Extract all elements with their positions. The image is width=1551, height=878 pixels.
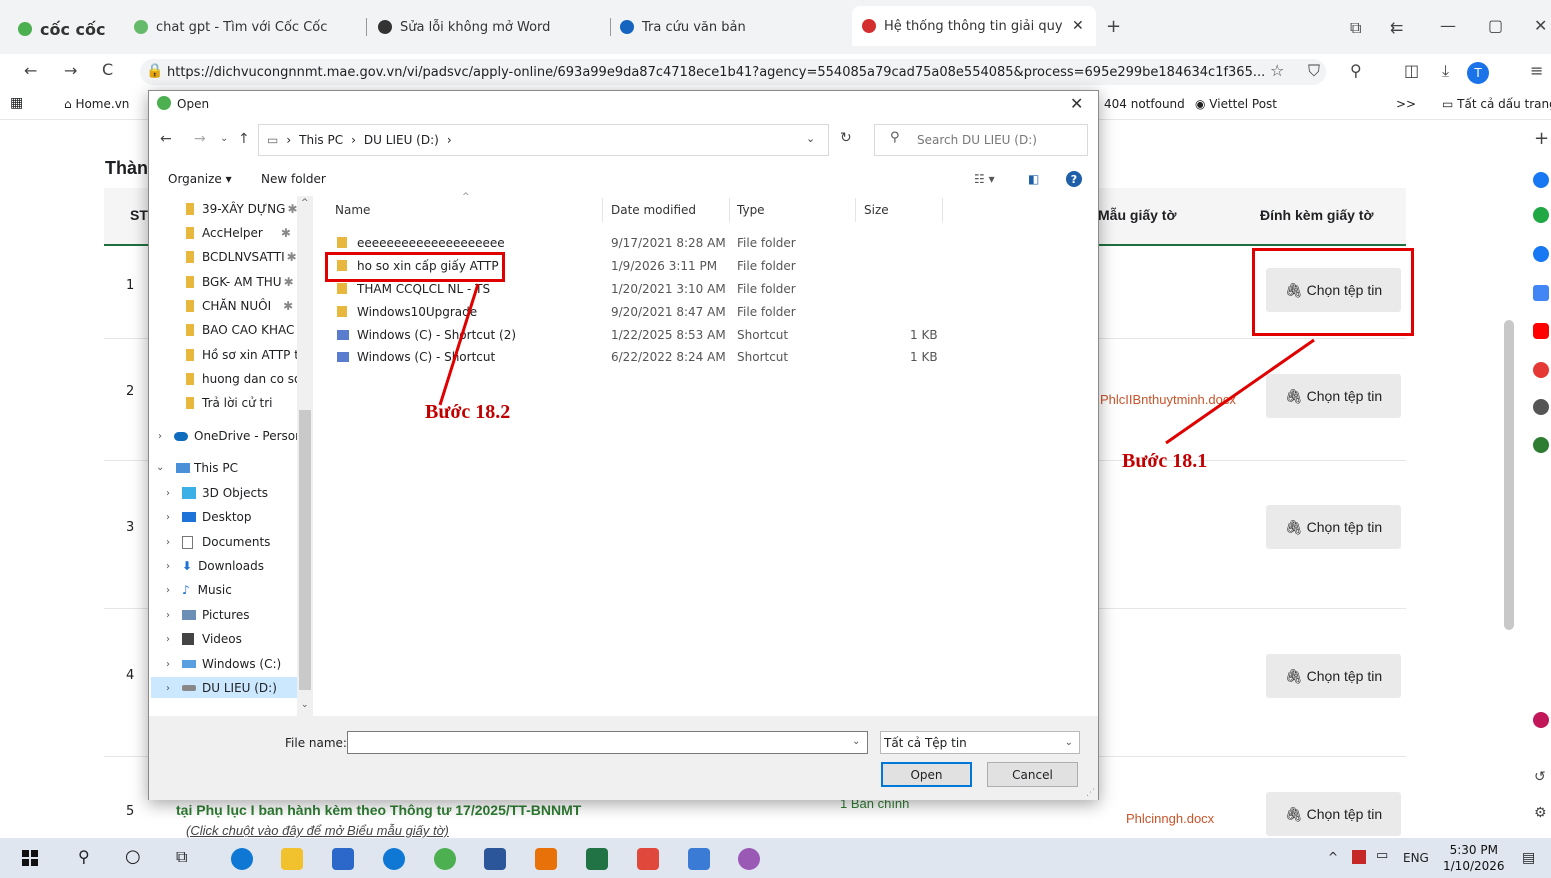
photos-icon[interactable]	[688, 848, 710, 870]
clock-date: 1/10/2026	[1443, 859, 1505, 873]
taskbar-search-icon[interactable]: ⚲	[78, 847, 90, 866]
start-tile	[22, 850, 29, 857]
network-icon[interactable]: ▭	[1376, 848, 1388, 863]
edge-icon[interactable]	[383, 848, 405, 870]
notifications-icon[interactable]: ▤	[1522, 850, 1535, 866]
paint-icon[interactable]	[738, 848, 760, 870]
arrow-step-18-1	[1165, 338, 1315, 445]
language-indicator[interactable]: ENG	[1403, 851, 1429, 865]
start-tile	[22, 859, 29, 866]
step-18-2-label: Bước 18.2	[425, 401, 511, 423]
cortana-icon[interactable]: ○	[125, 846, 141, 867]
zalo-taskbar-icon[interactable]	[637, 848, 659, 870]
coccoc-taskbar-icon[interactable]	[434, 848, 456, 870]
edge-icon[interactable]	[231, 848, 253, 870]
file-explorer-icon[interactable]	[281, 848, 303, 870]
annotation-arrows	[438, 283, 1315, 445]
word-icon[interactable]	[484, 848, 506, 870]
start-tile	[31, 859, 38, 866]
system-clock[interactable]: 5:30 PM 1/10/2026	[1443, 842, 1505, 874]
clock-time: 5:30 PM	[1449, 843, 1498, 857]
task-view-icon[interactable]: ⧉	[176, 847, 187, 867]
tray-overflow-icon[interactable]: ^	[1328, 850, 1338, 864]
excel-icon[interactable]	[586, 848, 608, 870]
windows-start-icon[interactable]	[22, 850, 38, 866]
store-icon[interactable]	[332, 848, 354, 870]
arrow-step-18-2	[438, 283, 480, 406]
step-18-1-label: Bước 18.1	[1122, 450, 1208, 472]
foxit-icon[interactable]	[535, 848, 557, 870]
start-tile	[31, 850, 38, 857]
unikey-icon[interactable]	[1352, 850, 1366, 864]
